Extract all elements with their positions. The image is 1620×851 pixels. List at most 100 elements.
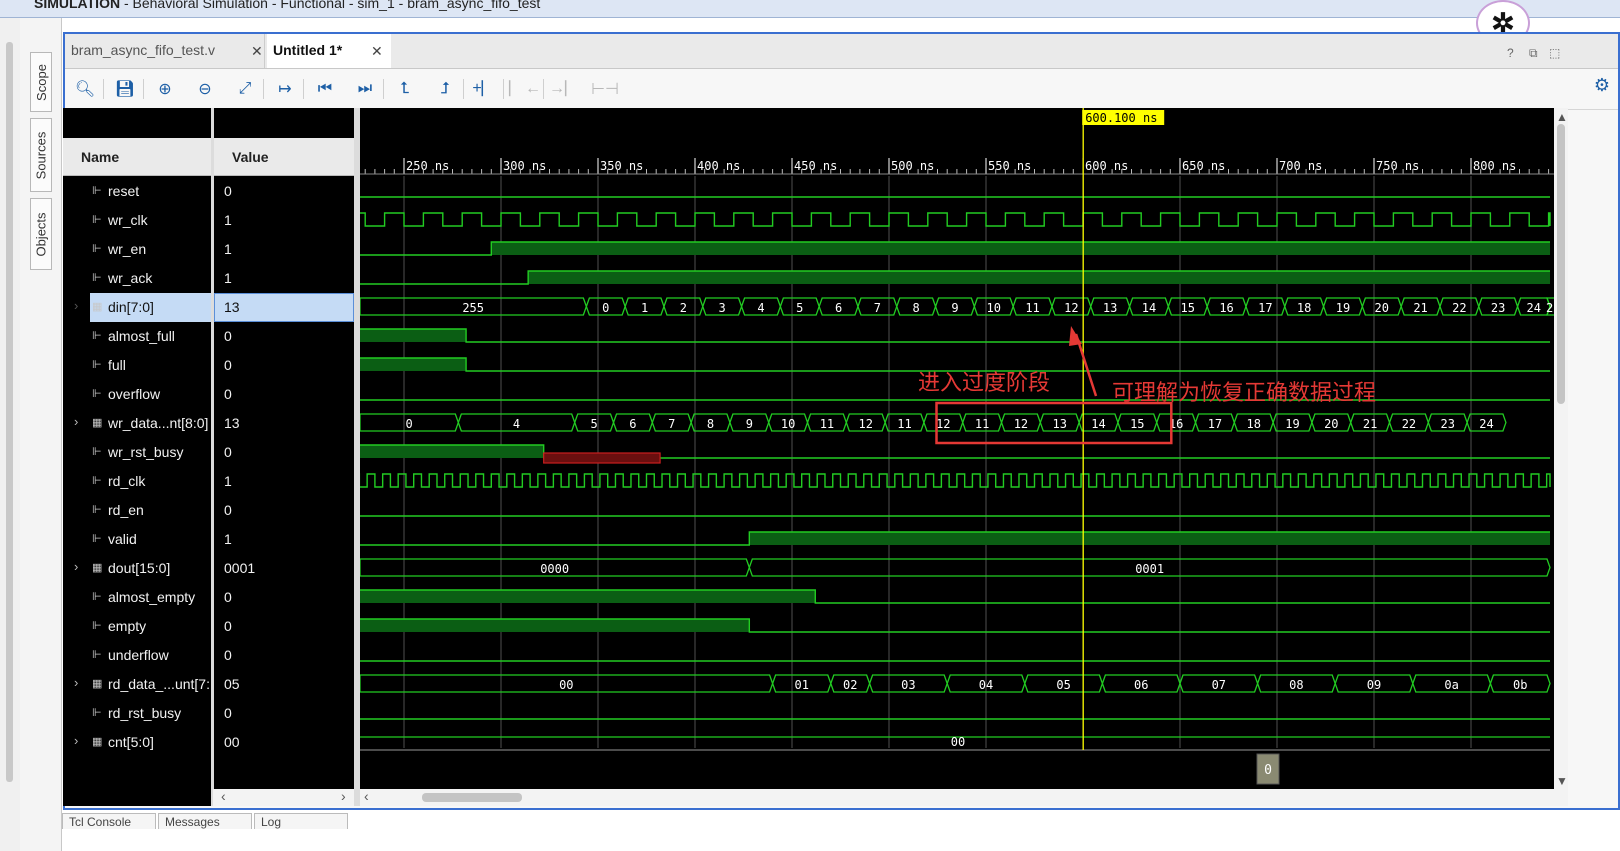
help-icon[interactable]: ? [1507, 46, 1514, 60]
signal-value-row[interactable]: 0 [214, 641, 354, 670]
restore-icon[interactable]: ⧉ [1529, 46, 1538, 61]
tab-source-file[interactable]: bram_async_fifo_test.v ✕ [65, 34, 265, 68]
zoom-fit-icon[interactable]: ⤢ [231, 75, 259, 103]
signal-value-row[interactable]: 0 [214, 438, 354, 467]
signal-name-row[interactable]: ⊩ overflow [63, 380, 211, 409]
scroll-right-icon[interactable]: › [341, 788, 346, 804]
name-column-header[interactable]: Name [63, 138, 211, 176]
tab-log[interactable]: Log [254, 813, 348, 829]
signal-value-row[interactable]: 13 [214, 293, 354, 322]
gear-icon[interactable]: ⚙ [1594, 75, 1610, 96]
signal-name-row[interactable]: ⊩ valid [63, 525, 211, 554]
signal-name-row[interactable]: ⊩ rd_en [63, 496, 211, 525]
waveform-canvas[interactable]: 250 ns 300 ns 350 ns 400 ns 450 ns 500 ns 550 … [360, 108, 1554, 789]
signal-name-row[interactable]: ⊩ wr_en [63, 235, 211, 264]
signal-value-row[interactable]: 0 [214, 699, 354, 728]
signal-name-row[interactable]: › ▦ dout[15:0] [63, 554, 211, 583]
side-tab-sources[interactable]: Sources [30, 118, 52, 192]
close-icon[interactable]: ✕ [251, 43, 263, 60]
signal-name-row[interactable]: ⊩ wr_clk [63, 206, 211, 235]
scroll-left-icon[interactable]: ‹ [364, 788, 369, 804]
go-to-time-0-icon[interactable]: ⏮ [311, 75, 339, 103]
go-to-cursor-icon[interactable]: ↦ [271, 75, 299, 103]
tab-messages[interactable]: Messages [158, 813, 252, 829]
signal-value-row[interactable]: 1 [214, 525, 354, 554]
side-tab-scope[interactable]: Scope [30, 52, 52, 112]
signal-name-row[interactable]: ⊩ rd_clk [63, 467, 211, 496]
signal-name-row[interactable]: ⊩ rd_rst_busy [63, 699, 211, 728]
zoom-out-icon[interactable]: ⊖ [191, 75, 219, 103]
tab-waveform[interactable]: Untitled 1* ✕ [267, 34, 391, 68]
signal-name-row[interactable]: ⊩ wr_rst_busy [63, 438, 211, 467]
previous-marker-icon[interactable]: ⎸← [509, 75, 541, 103]
signal-name-column: Name ⊩ reset ⊩ wr_clk ⊩ wr_en ⊩ wr_ack › ▦ din[7:0… [63, 108, 211, 806]
swap-cursors-icon[interactable]: ⊢⊣ [591, 75, 619, 103]
signal-value-row[interactable]: 0001 [214, 554, 354, 583]
close-icon[interactable]: ✕ [371, 43, 383, 60]
horizontal-scroll-thumb[interactable] [422, 793, 522, 802]
scroll-up-icon[interactable]: ▲ [1556, 110, 1568, 124]
signal-value-row[interactable]: 1 [214, 206, 354, 235]
tab-tcl-console[interactable]: Tcl Console [62, 813, 156, 829]
signal-value-row[interactable]: 1 [214, 264, 354, 293]
scroll-down-icon[interactable]: ▼ [1556, 774, 1568, 788]
signal-name-row[interactable]: ⊩ wr_ack [63, 264, 211, 293]
signal-value-row[interactable]: 0 [214, 351, 354, 380]
expand-icon[interactable]: › [74, 675, 78, 690]
next-transition-icon[interactable]: ⮥ [431, 75, 459, 103]
add-marker-icon[interactable]: +⎸ [471, 75, 499, 103]
vertical-scroll-thumb[interactable] [1557, 124, 1565, 404]
bit-signal-icon: ⊩ [92, 388, 102, 400]
waveform-horizontal-scrollbar[interactable]: ‹ [360, 788, 1554, 806]
side-tab-objects[interactable]: Objects [30, 198, 52, 270]
signal-name-row[interactable]: › ▦ cnt[5:0] [63, 728, 211, 757]
left-scroll-strip[interactable] [0, 18, 21, 851]
signal-name-row[interactable]: ⊩ almost_full [63, 322, 211, 351]
maximize-icon[interactable]: ⬚ [1549, 46, 1560, 60]
signal-value-row[interactable]: 1 [214, 467, 354, 496]
signal-name-row[interactable]: ⊩ almost_empty [63, 583, 211, 612]
cursor-time-label: 600.100 ns [1085, 111, 1157, 125]
signal-value-row[interactable]: 0 [214, 322, 354, 351]
bus-value-label: 18 [1246, 417, 1260, 431]
signal-name-row[interactable]: › ▦ din[7:0] [74, 293, 211, 322]
signal-value-row[interactable]: 1 [214, 235, 354, 264]
signal-name-row[interactable]: › ▦ wr_data...nt[8:0] [63, 409, 211, 438]
scroll-left-icon[interactable]: ‹ [221, 788, 226, 804]
signal-name-row[interactable]: ⊩ full [63, 351, 211, 380]
bus-value-label: 11 [820, 417, 834, 431]
expand-icon[interactable]: › [74, 298, 78, 313]
signal-name: wr_rst_busy [108, 444, 184, 460]
signal-value-row[interactable]: 0 [214, 496, 354, 525]
bus-value-label: 0001 [1135, 562, 1164, 576]
signal-value-row[interactable]: 13 [214, 409, 354, 438]
search-icon[interactable]: 🔍︎ [71, 75, 99, 103]
previous-transition-icon[interactable]: ⮤ [391, 75, 419, 103]
expand-icon[interactable]: › [74, 733, 78, 748]
expand-icon[interactable]: › [74, 414, 78, 429]
signal-value: 0 [224, 618, 232, 634]
go-to-last-time-icon[interactable]: ⏭ [351, 75, 379, 103]
value-column-header[interactable]: Value [214, 138, 354, 176]
value-horizontal-scrollbar[interactable]: ‹ › [213, 788, 354, 806]
signal-value-row[interactable]: 0 [214, 177, 354, 206]
signal-value-row[interactable]: 05 [214, 670, 354, 699]
signal-value-row[interactable]: 0 [214, 380, 354, 409]
left-scrollbar-thumb[interactable] [6, 42, 13, 782]
waveform-vertical-scrollbar[interactable]: ▲ ▼ [1554, 108, 1568, 806]
zoom-in-icon[interactable]: ⊕ [151, 75, 179, 103]
signal-name-row[interactable]: ⊩ empty [63, 612, 211, 641]
signal-value-row[interactable]: 0 [214, 583, 354, 612]
save-icon[interactable]: 💾︎ [111, 75, 139, 103]
signal-name-row[interactable]: ⊩ reset [63, 177, 211, 206]
signal-value-row[interactable]: 0 [214, 612, 354, 641]
next-marker-icon[interactable]: →⎸ [549, 75, 581, 103]
bus-value-label: 10 [987, 301, 1001, 315]
bus-value-label: 11 [897, 417, 911, 431]
signal-name-row[interactable]: ⊩ underflow [63, 641, 211, 670]
bus-value-label: 12 [858, 417, 872, 431]
expand-icon[interactable]: › [74, 559, 78, 574]
signal-name-row[interactable]: › ▦ rd_data_...unt[7: [63, 670, 211, 699]
signal-value-row[interactable]: 00 [214, 728, 354, 757]
bus-value-label: 9 [746, 417, 753, 431]
